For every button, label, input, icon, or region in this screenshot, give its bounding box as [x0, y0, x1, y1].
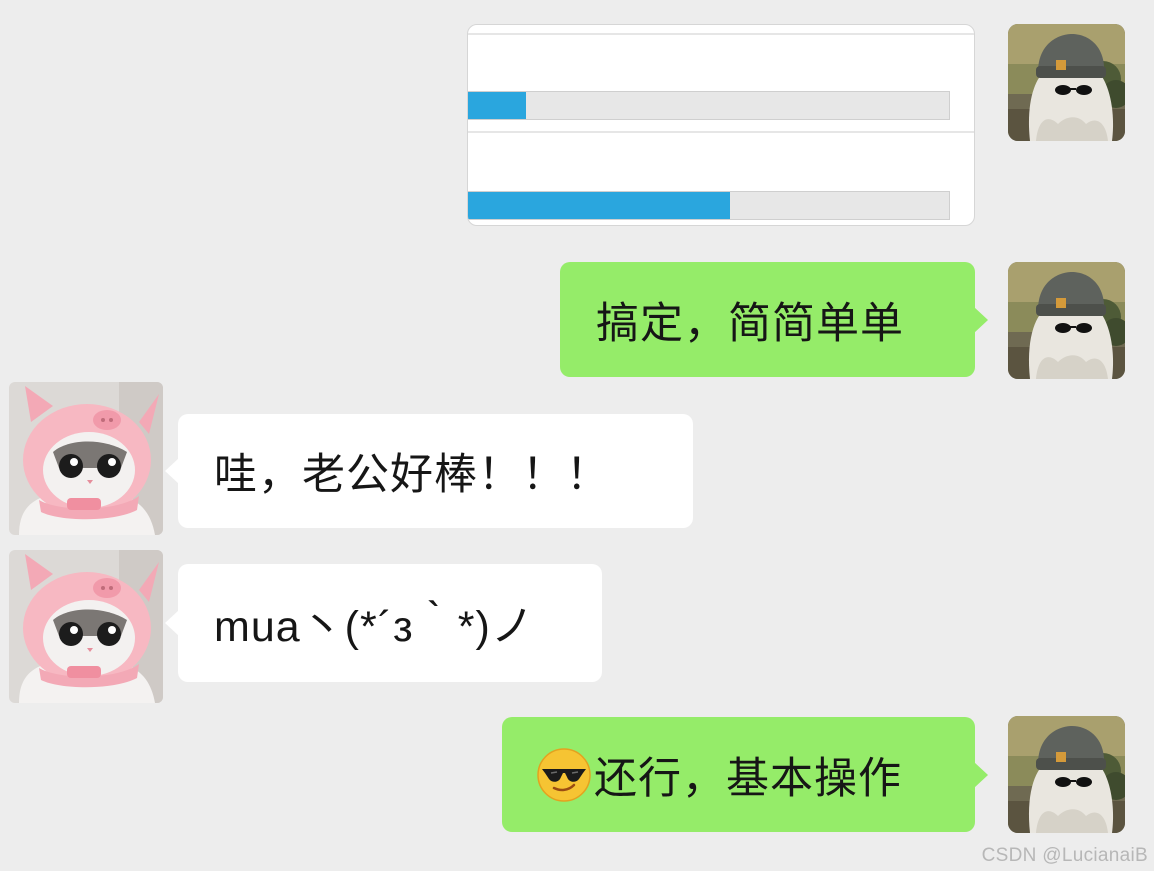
ghost-beanie-avatar[interactable]: [1008, 262, 1125, 379]
sunglasses-smiley-emoji-icon: [536, 747, 592, 803]
divider: [468, 131, 974, 133]
message-text: 还行，基本操作: [594, 753, 902, 804]
progress-fill-2: [468, 192, 731, 219]
ghost-beanie-avatar[interactable]: [1008, 24, 1125, 141]
ghost-beanie-avatar[interactable]: [1008, 716, 1125, 833]
chat-bubble-other[interactable]: 哇，老公好棒！！！: [165, 414, 693, 528]
message-text: 搞定，简简单单: [596, 298, 904, 349]
progress-fill-1: [468, 92, 526, 119]
progress-bar-1: [468, 91, 950, 120]
pig-hat-cat-avatar[interactable]: [9, 550, 163, 703]
progress-bar-2: [468, 191, 950, 220]
chat-bubble-other[interactable]: mua丶(*´з｀*)ノ: [165, 564, 602, 682]
divider: [468, 33, 974, 35]
message-text: mua丶(*´з｀*)ノ: [214, 603, 535, 651]
screenshot-image-card[interactable]: [467, 24, 975, 226]
pig-hat-cat-avatar[interactable]: [9, 382, 163, 535]
message-text: 哇，老公好棒！！！: [214, 450, 610, 500]
chat-bubble-self[interactable]: 搞定，简简单单: [560, 262, 988, 377]
chat-bubble-self[interactable]: 还行，基本操作: [502, 717, 988, 832]
watermark: CSDN @LucianaiB: [981, 845, 1148, 866]
